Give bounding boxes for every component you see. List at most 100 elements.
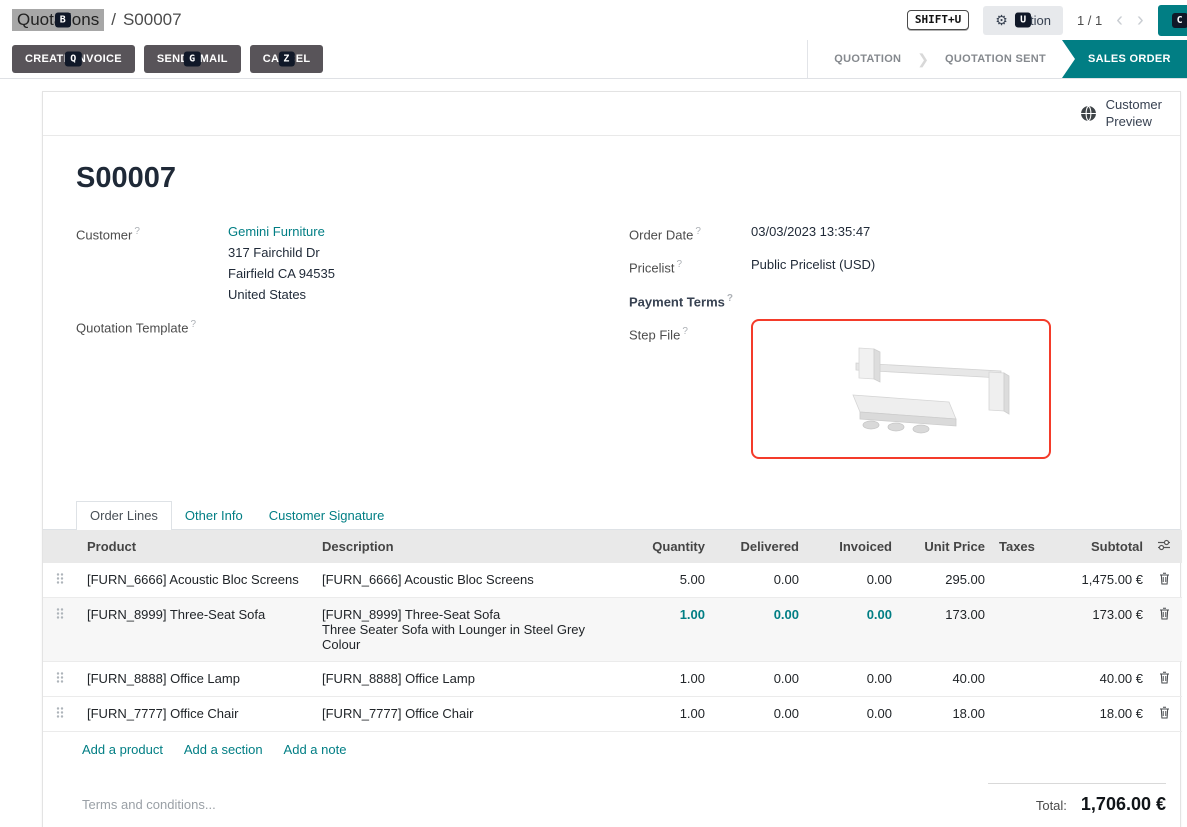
unit-price-cell[interactable]: 40.00 (896, 661, 989, 696)
send-email-button[interactable]: SEND EMAIL G (144, 45, 241, 73)
customer-preview-line1: Customer (1106, 97, 1162, 114)
order-line-row[interactable]: [FURN_7777] Office Chair [FURN_7777] Off… (43, 696, 1182, 731)
order-line-row[interactable]: [FURN_8999] Three-Seat Sofa [FURN_8999] … (43, 597, 1182, 661)
add-product-link[interactable]: Add a product (82, 742, 163, 757)
field-group: Customer? Gemini Furniture 317 Fairchild… (76, 221, 1164, 468)
customer-field: Customer? Gemini Furniture 317 Fairchild… (76, 221, 629, 305)
unit-price-cell[interactable]: 173.00 (896, 597, 989, 661)
unit-price-column-header[interactable]: Unit Price (896, 530, 989, 563)
status-quotation[interactable]: QUOTATION (818, 53, 917, 65)
action-bar: CREATE INVOICE Q SEND EMAIL G CANCEL Z Q… (0, 40, 1187, 79)
invoiced-column-header[interactable]: Invoiced (803, 530, 896, 563)
control-panel-right: SHIFT+U ⚙ Action U 1 / 1 ‹ › C Create (907, 5, 1187, 36)
pricelist-field: Pricelist? Public Pricelist (USD) (629, 254, 1164, 278)
tab-order-lines[interactable]: Order Lines (76, 501, 172, 530)
help-icon: ? (134, 226, 140, 237)
tab-other-info[interactable]: Other Info (172, 502, 256, 529)
invoiced-cell[interactable]: 0.00 (803, 696, 896, 731)
taxes-column-header[interactable]: Taxes (989, 530, 1037, 563)
invoiced-cell[interactable]: 0.00 (803, 563, 896, 598)
breadcrumb: Quotations B / S00007 (12, 9, 182, 31)
customer-preview-link[interactable]: Customer Preview (1106, 97, 1162, 131)
pager-next-icon[interactable]: › (1137, 10, 1144, 30)
subtotal-cell: 40.00 € (1037, 661, 1147, 696)
drag-handle-icon[interactable] (43, 696, 77, 731)
delete-row-icon[interactable] (1147, 563, 1182, 598)
subtotal-cell: 173.00 € (1037, 597, 1147, 661)
create-button[interactable]: C Create (1158, 5, 1187, 36)
globe-icon (1080, 105, 1097, 122)
step-file-image[interactable] (751, 319, 1051, 459)
status-sales-order[interactable]: SALES ORDER (1062, 40, 1187, 78)
total-value: 1,706.00 € (1081, 794, 1166, 815)
invoiced-cell[interactable]: 0.00 (803, 661, 896, 696)
quantity-cell[interactable]: 1.00 (617, 696, 709, 731)
pager-nav: ‹ › (1116, 10, 1143, 30)
create-invoice-button[interactable]: CREATE INVOICE Q (12, 45, 135, 73)
delivered-column-header[interactable]: Delivered (709, 530, 803, 563)
delivered-cell[interactable]: 0.00 (709, 696, 803, 731)
order-date-field: Order Date? 03/03/2023 13:35:47 (629, 221, 1164, 245)
product-cell[interactable]: [FURN_8999] Three-Seat Sofa (77, 597, 312, 661)
quantity-cell[interactable]: 5.00 (617, 563, 709, 598)
delivered-cell[interactable]: 0.00 (709, 597, 803, 661)
pager-previous-icon[interactable]: ‹ (1116, 10, 1123, 30)
terms-placeholder[interactable]: Terms and conditions... (82, 783, 216, 812)
quantity-column-header[interactable]: Quantity (617, 530, 709, 563)
quantity-cell[interactable]: 1.00 (617, 597, 709, 661)
taxes-cell[interactable] (989, 563, 1037, 598)
shift-u-hotkey-badge: SHIFT+U (907, 10, 969, 30)
product-column-header[interactable]: Product (77, 530, 312, 563)
control-panel: Quotations B / S00007 SHIFT+U ⚙ Action U… (0, 0, 1187, 40)
description-cell[interactable]: [FURN_8888] Office Lamp (312, 661, 617, 696)
unit-price-cell[interactable]: 295.00 (896, 563, 989, 598)
step-file-3d-render (753, 321, 1049, 457)
invoiced-cell[interactable]: 0.00 (803, 597, 896, 661)
add-section-link[interactable]: Add a section (184, 742, 263, 757)
delete-row-icon[interactable] (1147, 696, 1182, 731)
unit-price-cell[interactable]: 18.00 (896, 696, 989, 731)
payment-terms-label: Payment Terms? (629, 288, 751, 312)
order-lines-table: Product Description Quantity Delivered I… (43, 530, 1182, 732)
form-sheet: Customer Preview S00007 Customer? Gemini… (42, 91, 1181, 827)
drag-handle-icon[interactable] (43, 563, 77, 598)
quotation-template-field: Quotation Template? (76, 314, 629, 338)
status-quotation-sent[interactable]: QUOTATION SENT (929, 53, 1062, 65)
description-column-header[interactable]: Description (312, 530, 617, 563)
pricelist-value[interactable]: Public Pricelist (USD) (751, 254, 875, 278)
drag-handle-icon[interactable] (43, 597, 77, 661)
total-label: Total: (1036, 798, 1067, 813)
hotkey-badge-u: U (1015, 13, 1031, 28)
delete-row-icon[interactable] (1147, 661, 1182, 696)
order-line-row[interactable]: [FURN_6666] Acoustic Bloc Screens [FURN_… (43, 563, 1182, 598)
tab-customer-signature[interactable]: Customer Signature (256, 502, 398, 529)
delivered-cell[interactable]: 0.00 (709, 661, 803, 696)
optional-columns-icon[interactable] (1147, 530, 1182, 563)
product-cell[interactable]: [FURN_7777] Office Chair (77, 696, 312, 731)
order-line-row[interactable]: [FURN_8888] Office Lamp [FURN_8888] Offi… (43, 661, 1182, 696)
customer-link[interactable]: Gemini Furniture (228, 224, 325, 239)
cancel-button[interactable]: CANCEL Z (250, 45, 324, 73)
total-block: Total: 1,706.00 € (988, 783, 1166, 815)
action-menu-button[interactable]: ⚙ Action U (983, 6, 1063, 35)
payment-terms-field: Payment Terms? (629, 288, 1164, 312)
taxes-cell[interactable] (989, 661, 1037, 696)
order-date-value[interactable]: 03/03/2023 13:35:47 (751, 221, 870, 245)
delivered-cell[interactable]: 0.00 (709, 563, 803, 598)
table-header-row: Product Description Quantity Delivered I… (43, 530, 1182, 563)
subtotal-column-header[interactable]: Subtotal (1037, 530, 1147, 563)
product-cell[interactable]: [FURN_6666] Acoustic Bloc Screens (77, 563, 312, 598)
statusbar: QUOTATION ❯ QUOTATION SENT SALES ORDER (807, 40, 1187, 78)
odoo-sales-order-page: { "ui": { "help_marker": "?", "icons": {… (0, 0, 1187, 827)
delete-row-icon[interactable] (1147, 597, 1182, 661)
product-cell[interactable]: [FURN_8888] Office Lamp (77, 661, 312, 696)
add-note-link[interactable]: Add a note (284, 742, 347, 757)
taxes-cell[interactable] (989, 597, 1037, 661)
description-cell[interactable]: [FURN_7777] Office Chair (312, 696, 617, 731)
drag-handle-icon[interactable] (43, 661, 77, 696)
taxes-cell[interactable] (989, 696, 1037, 731)
description-cell[interactable]: [FURN_6666] Acoustic Bloc Screens (312, 563, 617, 598)
breadcrumb-quotations[interactable]: Quotations B (12, 9, 104, 31)
description-cell[interactable]: [FURN_8999] Three-Seat Sofa Three Seater… (312, 597, 617, 661)
quantity-cell[interactable]: 1.00 (617, 661, 709, 696)
